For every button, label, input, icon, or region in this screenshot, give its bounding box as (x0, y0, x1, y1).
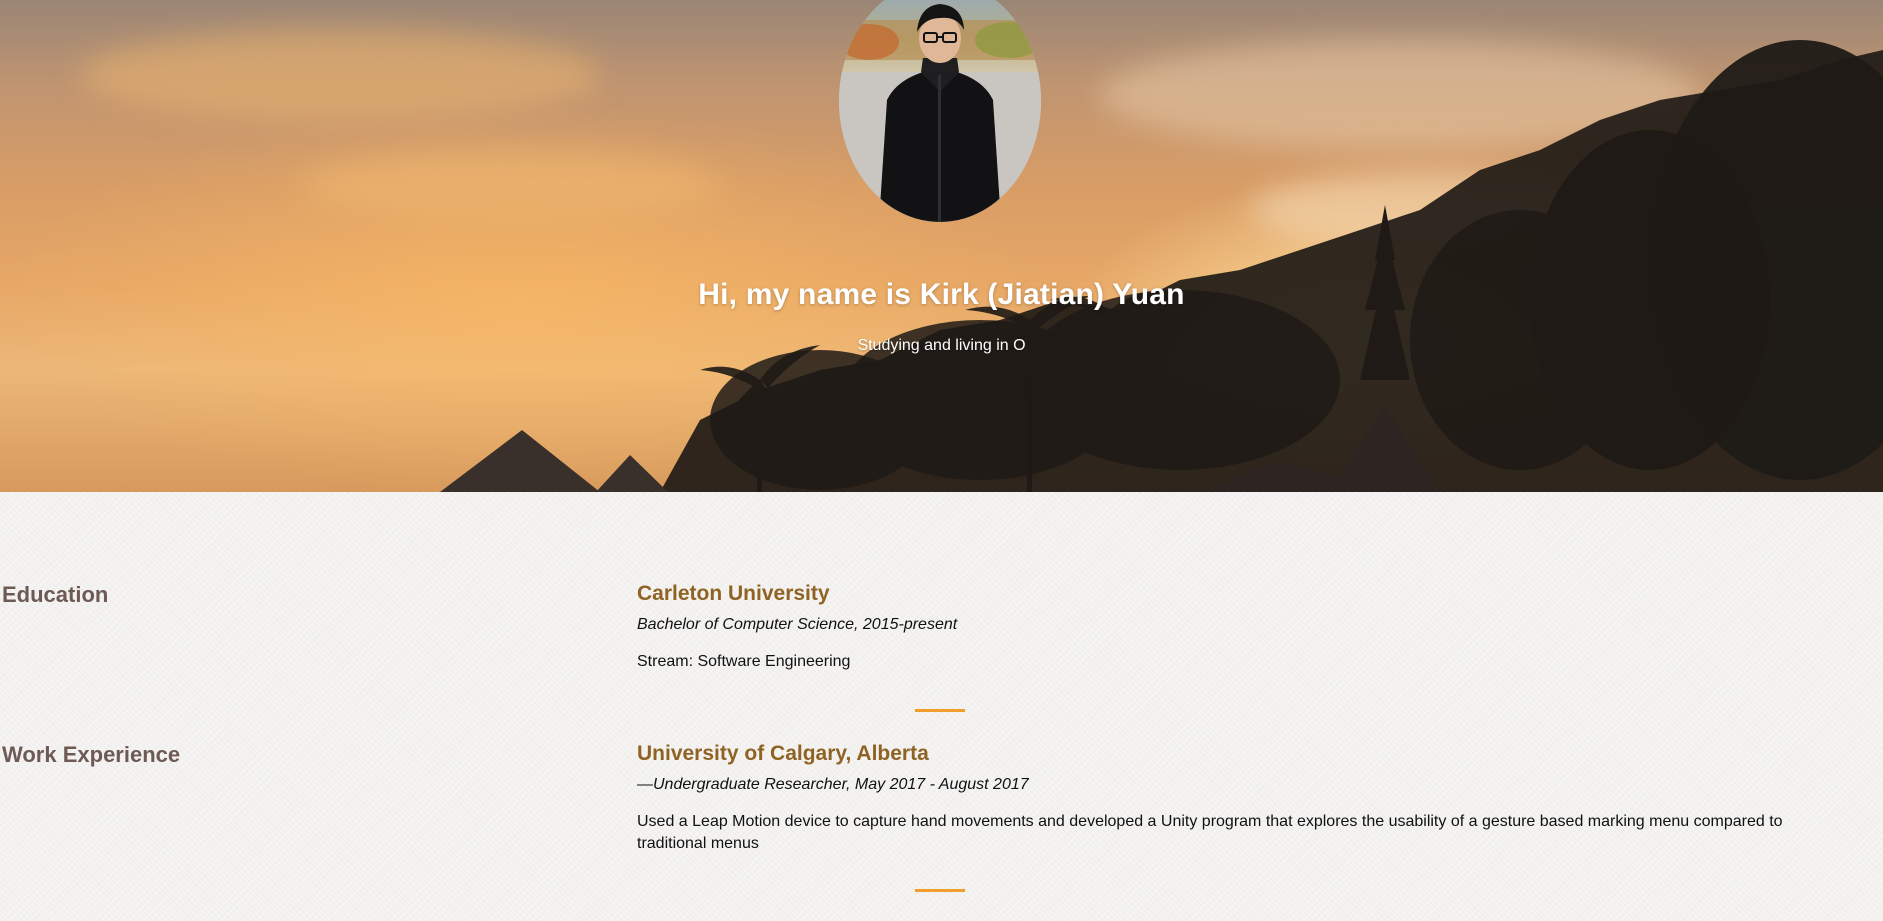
entry-meta: —Undergraduate Researcher, May 2017 - Au… (637, 776, 1029, 793)
hero-banner: Hi, my name is Kirk (Jiatian) Yuan Study… (0, 0, 1883, 492)
entry-meta: Bachelor of Computer Science, 2015-prese… (637, 616, 958, 633)
hero-title: Hi, my name is Kirk (Jiatian) Yuan (698, 278, 1185, 312)
entry-description: Used a Leap Motion device to capture han… (637, 813, 1783, 852)
resume-content: Education Carleton University Bachelor o… (0, 492, 1883, 921)
section-divider (915, 709, 965, 712)
section-heading-work: Work Experience (2, 742, 181, 767)
entry-title: Carleton University (637, 582, 830, 605)
entry-description: Stream: Software Engineering (637, 653, 851, 670)
entry-title: University of Calgary, Alberta (637, 742, 929, 765)
section-heading-education: Education (2, 582, 109, 607)
hero-subtitle: Studying and living in O (857, 337, 1026, 354)
section-divider (915, 889, 965, 892)
